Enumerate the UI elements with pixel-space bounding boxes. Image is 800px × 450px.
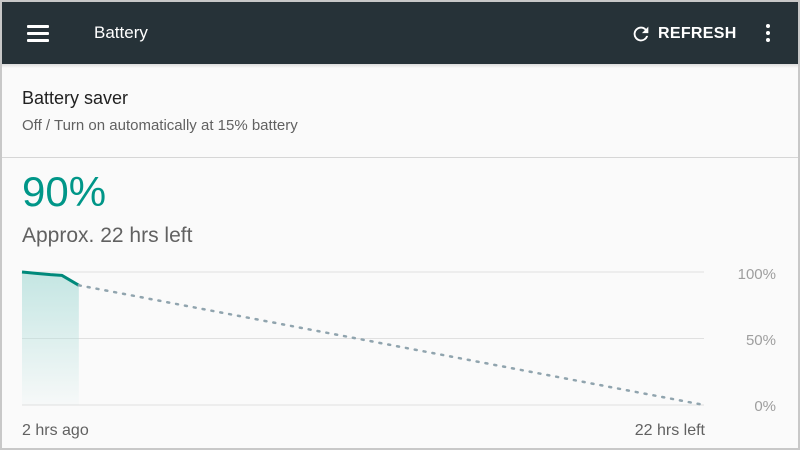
refresh-label: REFRESH (658, 25, 737, 42)
x-label-start: 2 hrs ago (22, 422, 89, 439)
y-tick-50: 50% (745, 332, 776, 349)
battery-screen: Battery REFRESH Battery saver Off / Turn… (2, 2, 798, 448)
battery-saver-setting[interactable]: Battery saver Off / Turn on automaticall… (2, 68, 798, 156)
refresh-button[interactable]: REFRESH (630, 18, 737, 50)
battery-saver-summary: Off / Turn on automatically at 15% batte… (22, 117, 298, 134)
y-tick-100: 100% (737, 266, 776, 283)
page-title: Battery (94, 23, 148, 42)
hamburger-menu-icon[interactable] (18, 17, 58, 49)
battery-level: 90% (22, 168, 107, 215)
y-tick-0: 0% (754, 398, 776, 415)
chart-canvas (21, 270, 706, 407)
divider (2, 157, 798, 158)
history-area (22, 272, 79, 405)
time-remaining: Approx. 22 hrs left (22, 224, 193, 247)
more-vert-icon[interactable] (754, 17, 782, 49)
app-toolbar: Battery REFRESH (2, 2, 798, 64)
x-label-end: 22 hrs left (634, 422, 705, 439)
battery-usage-chart: 100% 50% 0% 2 hrs ago 22 hrs left (2, 260, 798, 448)
refresh-icon (633, 26, 649, 42)
projection-line (77, 284, 706, 407)
battery-saver-title: Battery saver (22, 88, 129, 108)
